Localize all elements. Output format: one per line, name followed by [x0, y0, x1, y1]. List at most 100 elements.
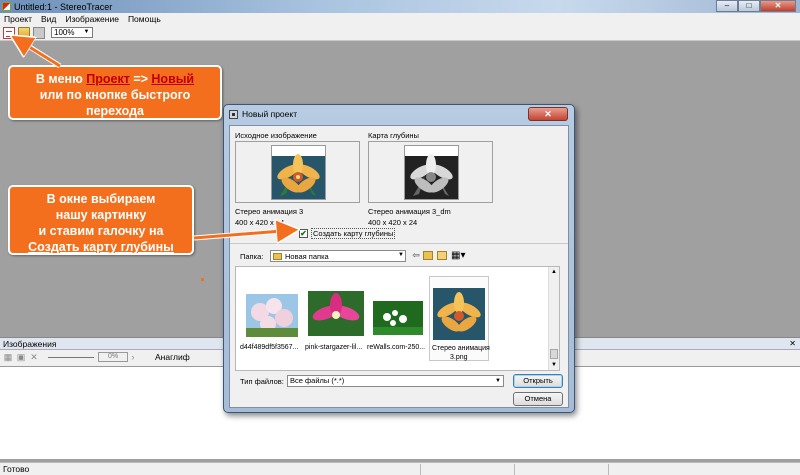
main-toolbar: 100% ▼	[0, 25, 800, 41]
window-title: Untitled:1 - StereoTracer	[14, 1, 113, 12]
close-button[interactable]: ✕	[760, 0, 796, 12]
dialog-title: Новый проект	[242, 109, 298, 119]
callout-menu-new: В меню Проект => Новый или по кнопке быс…	[8, 65, 222, 120]
back-arrow-icon[interactable]: ⇦	[410, 250, 422, 261]
save-icon[interactable]	[33, 26, 45, 39]
anaglyph-button[interactable]: Анаглиф	[155, 352, 190, 362]
source-image-preview	[271, 145, 326, 200]
window-controls: – □ ✕	[716, 0, 796, 12]
lily-color-image	[272, 146, 325, 199]
create-depth-map-label[interactable]: Создать карту глубины	[311, 228, 396, 239]
dialog-titlebar: Новый проект ✕	[224, 105, 574, 123]
new-project-icon[interactable]	[3, 26, 15, 39]
status-bar: Готово	[0, 462, 800, 475]
up-folder-icon[interactable]	[423, 251, 433, 260]
callout-1-mid: =>	[129, 72, 152, 86]
delete-icon[interactable]: ✕	[29, 352, 39, 362]
menu-project[interactable]: Проект	[4, 14, 32, 24]
create-depth-map-checkbox[interactable]: ✔	[299, 229, 308, 238]
zoom-select[interactable]: 100% ▼	[51, 27, 93, 38]
source-image-label: Исходное изображение	[235, 131, 317, 140]
callout-2-line1: В окне выбираем	[46, 192, 156, 206]
window-titlebar: Untitled:1 - StereoTracer – □ ✕	[0, 0, 800, 13]
dialog-app-icon	[229, 109, 238, 119]
panel-title: Изображения	[3, 338, 57, 349]
menu-help[interactable]: Помощь	[128, 14, 161, 24]
source-image-frame	[235, 141, 360, 203]
folder-value: Новая папка	[285, 251, 329, 261]
folder-label: Папка:	[240, 252, 264, 261]
callout-1-line2: или по кнопке быстрого	[39, 88, 191, 102]
depth-map-name: Стерео анимация 3_dm	[368, 207, 451, 216]
open-icon[interactable]	[18, 26, 30, 39]
arrow-1	[15, 38, 61, 68]
source-image-size: 400 x 420 x 24	[235, 218, 285, 227]
folder-icon	[273, 252, 282, 260]
status-cell	[420, 463, 514, 475]
chevron-down-icon: ▼	[398, 252, 404, 258]
file-thumbnail	[246, 294, 298, 337]
file-thumbnail	[308, 291, 364, 336]
callout-2-line4: Создать карту глубины	[28, 240, 174, 254]
status-cell	[608, 463, 798, 475]
callout-1-project: Проект	[86, 72, 130, 86]
filetype-label: Тип файлов:	[240, 377, 284, 386]
panel-close-icon[interactable]: ✕	[789, 339, 796, 348]
folder-select[interactable]: Новая папка ▼	[270, 250, 406, 262]
depth-map-size: 400 x 420 x 24	[368, 218, 418, 227]
depth-map-label: Карта глубины	[368, 131, 419, 140]
view-menu-icon[interactable]: ▦▾	[451, 250, 465, 261]
lily-depth-image	[405, 146, 458, 199]
file-thumbnail	[433, 288, 485, 340]
scroll-down-icon[interactable]: ▼	[549, 360, 559, 370]
file-name: reWalls.com-250...	[367, 344, 426, 351]
divider	[230, 243, 568, 244]
dialog-client: Исходное изображение Стерео анимация 3 4…	[229, 125, 569, 408]
arrow-1-outline	[12, 34, 62, 69]
file-thumbnail	[373, 301, 423, 335]
depth-map-frame	[368, 141, 493, 203]
opacity-slider[interactable]	[48, 356, 94, 358]
filetype-value: Все файлы (*.*)	[290, 376, 345, 385]
callout-1-pre: В меню	[35, 72, 87, 86]
menu-view[interactable]: Вид	[41, 14, 56, 24]
file-name: pink-stargazer-lil...	[305, 344, 363, 351]
chevron-down-icon: ▼	[83, 29, 90, 35]
maximize-button[interactable]: □	[738, 0, 760, 12]
file-list-scrollbar[interactable]: ▲ ▼	[548, 267, 559, 370]
list-item-selected[interactable]: Стерео анимация 3.png	[429, 276, 490, 361]
menu-bar: Проект Вид Изображение Помощь	[0, 13, 800, 25]
file-list: d44f489df5f3567... pink-stargazer-lil...	[235, 266, 560, 371]
file-name-line2: 3.png	[450, 354, 468, 361]
file-name: Стерео анимация	[432, 345, 490, 352]
percent-field[interactable]: 0%	[98, 352, 128, 362]
play-icon[interactable]: ›	[128, 352, 138, 362]
callout-2-line3: и ставим галочку на	[38, 224, 164, 238]
menu-image[interactable]: Изображение	[65, 14, 119, 24]
zoom-value: 100%	[54, 28, 75, 37]
app-icon	[2, 2, 11, 11]
new-project-dialog: Новый проект ✕ Исходное изображение Стер…	[223, 104, 575, 413]
chevron-down-icon: ▼	[495, 378, 501, 384]
callout-choose-image: В окне выбираем нашу картинку и ставим г…	[8, 185, 194, 255]
cancel-button[interactable]: Отмена	[513, 392, 563, 406]
depth-map-preview	[404, 145, 459, 200]
callout-1-line3: перехода	[86, 104, 144, 118]
filetype-select[interactable]: Все файлы (*.*) ▼	[287, 375, 504, 387]
callout-1-new: Новый	[151, 72, 195, 86]
scroll-thumb[interactable]	[550, 349, 558, 359]
file-name: d44f489df5f3567...	[240, 344, 299, 351]
save-image-icon[interactable]: ▣	[16, 352, 26, 362]
open-button[interactable]: Открыть	[513, 374, 563, 388]
minimize-button[interactable]: –	[716, 0, 738, 12]
scroll-up-icon[interactable]: ▲	[549, 267, 559, 277]
new-folder-icon[interactable]	[437, 251, 447, 260]
dialog-close-button[interactable]: ✕	[528, 107, 568, 121]
create-depth-map-checkbox-row[interactable]: ✔ Создать карту глубины	[299, 228, 396, 239]
marker-dot	[201, 278, 204, 281]
source-image-name: Стерео анимация 3	[235, 207, 304, 216]
status-text: Готово	[3, 464, 30, 474]
image-list-icon[interactable]: ▦	[3, 352, 13, 362]
callout-2-line2: нашу картинку	[55, 208, 147, 222]
status-cell	[514, 463, 608, 475]
